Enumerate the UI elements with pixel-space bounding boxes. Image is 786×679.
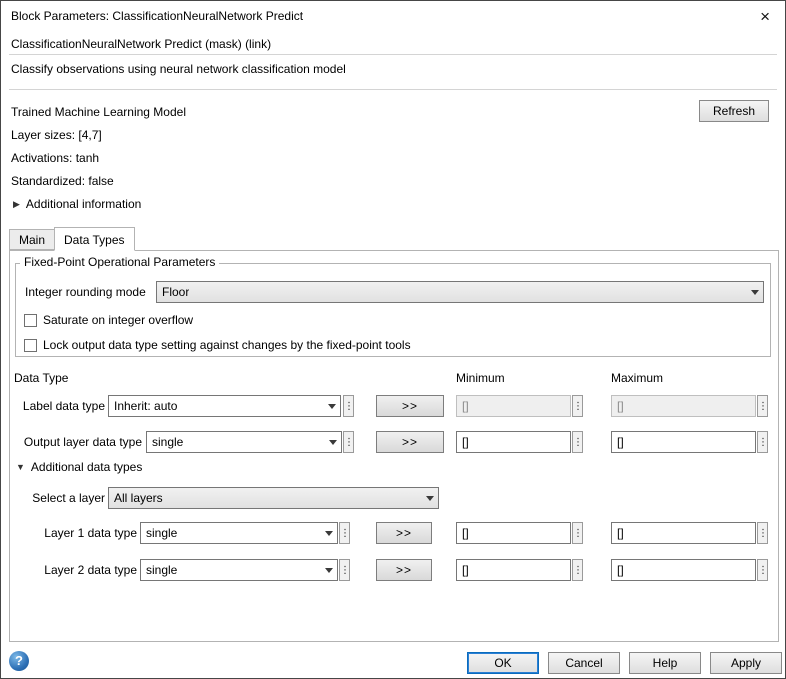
layer2-maximum-field[interactable]: [] <box>611 559 756 581</box>
output-layer-minimum-field[interactable]: [] <box>456 431 571 453</box>
layer1-maximum-field[interactable]: [] <box>611 522 756 544</box>
chevron-down-icon <box>320 523 337 543</box>
apply-button[interactable]: Apply <box>710 652 782 674</box>
separator <box>9 54 777 55</box>
label-data-type-value: Inherit: auto <box>114 399 177 413</box>
data-type-header: Data Type <box>14 371 68 385</box>
data-type-assistant-button[interactable]: >> <box>376 559 432 581</box>
help-button[interactable]: Help <box>629 652 701 674</box>
label-data-type-label: Label data type <box>10 399 105 413</box>
output-layer-data-type-row: Output layer data type single ⋮ >> [] ⋮ … <box>10 431 778 453</box>
mask-heading: ClassificationNeuralNetwork Predict (mas… <box>11 37 271 51</box>
output-layer-data-type-label: Output layer data type <box>10 435 142 449</box>
help-icon[interactable]: ? <box>9 651 29 671</box>
select-layer-label: Select a layer <box>10 491 105 505</box>
refresh-button[interactable]: Refresh <box>699 100 769 122</box>
saturate-overflow-row: Saturate on integer overflow <box>24 313 193 327</box>
chevron-down-icon <box>323 396 340 416</box>
additional-information-toggle[interactable]: ▶ Additional information <box>13 197 141 211</box>
chevron-down-icon <box>746 282 763 302</box>
stepper-menu-icon[interactable]: ⋮ <box>339 559 350 581</box>
block-parameters-dialog: Block Parameters: ClassificationNeuralNe… <box>0 0 786 679</box>
layer2-data-type-label: Layer 2 data type <box>10 563 137 577</box>
tab-main[interactable]: Main <box>9 229 55 250</box>
layer1-data-type-label: Layer 1 data type <box>10 526 137 540</box>
fixed-point-group: Fixed-Point Operational Parameters Integ… <box>15 263 771 357</box>
stepper-menu-icon: ⋮ <box>572 395 583 417</box>
layer2-minimum-field[interactable]: [] <box>456 559 571 581</box>
saturate-overflow-label: Saturate on integer overflow <box>43 313 193 327</box>
label-data-type-maximum-field: [] <box>611 395 756 417</box>
integer-rounding-label: Integer rounding mode <box>25 285 146 299</box>
ok-button[interactable]: OK <box>467 652 539 674</box>
layer1-minimum-field[interactable]: [] <box>456 522 571 544</box>
layer1-data-type-value: single <box>146 526 177 540</box>
output-layer-data-type-combobox[interactable]: single <box>146 431 342 453</box>
stepper-menu-icon[interactable]: ⋮ <box>572 522 583 544</box>
cancel-button[interactable]: Cancel <box>548 652 620 674</box>
additional-data-types-label: Additional data types <box>31 460 142 474</box>
chevron-down-expanded-icon: ▼ <box>16 462 25 472</box>
chevron-down-icon <box>320 560 337 580</box>
additional-data-types-toggle[interactable]: ▼ Additional data types <box>16 460 142 474</box>
stepper-menu-icon[interactable]: ⋮ <box>572 431 583 453</box>
mask-description: Classify observations using neural netwo… <box>11 62 346 76</box>
stepper-menu-icon: ⋮ <box>757 395 768 417</box>
output-layer-data-type-value: single <box>152 435 183 449</box>
layer1-data-type-combobox[interactable]: single <box>140 522 338 544</box>
additional-information-label: Additional information <box>26 197 141 211</box>
output-layer-maximum-field[interactable]: [] <box>611 431 756 453</box>
layer2-data-type-combobox[interactable]: single <box>140 559 338 581</box>
tab-data-types[interactable]: Data Types <box>54 227 134 251</box>
layer2-data-type-value: single <box>146 563 177 577</box>
layer2-data-type-row: Layer 2 data type single ⋮ >> [] ⋮ [] ⋮ <box>10 559 778 581</box>
stepper-menu-icon[interactable]: ⋮ <box>757 431 768 453</box>
layer1-data-type-row: Layer 1 data type single ⋮ >> [] ⋮ [] ⋮ <box>10 522 778 544</box>
label-data-type-combobox[interactable]: Inherit: auto <box>108 395 341 417</box>
minimum-header: Minimum <box>456 371 505 385</box>
stepper-menu-icon[interactable]: ⋮ <box>339 522 350 544</box>
integer-rounding-combobox[interactable]: Floor <box>156 281 764 303</box>
saturate-overflow-checkbox[interactable] <box>24 314 37 327</box>
maximum-header: Maximum <box>611 371 663 385</box>
label-data-type-minimum-field: [] <box>456 395 571 417</box>
tab-bar: Main Data Types <box>9 227 135 251</box>
stepper-menu-icon[interactable]: ⋮ <box>572 559 583 581</box>
data-type-assistant-button[interactable]: >> <box>376 431 444 453</box>
window-title: Block Parameters: ClassificationNeuralNe… <box>11 9 303 23</box>
lock-output-checkbox[interactable] <box>24 339 37 352</box>
stepper-menu-icon[interactable]: ⋮ <box>757 522 768 544</box>
model-standardized: Standardized: false <box>11 174 114 188</box>
lock-output-row: Lock output data type setting against ch… <box>24 338 411 352</box>
data-type-assistant-button[interactable]: >> <box>376 522 432 544</box>
fixed-point-group-title: Fixed-Point Operational Parameters <box>20 255 219 269</box>
chevron-right-icon: ▶ <box>13 199 20 210</box>
lock-output-label: Lock output data type setting against ch… <box>43 338 411 352</box>
model-activations: Activations: tanh <box>11 151 99 165</box>
title-bar: Block Parameters: ClassificationNeuralNe… <box>1 1 785 31</box>
chevron-down-icon <box>421 488 438 508</box>
model-heading: Trained Machine Learning Model <box>11 105 186 119</box>
select-layer-row: Select a layer All layers <box>10 487 778 509</box>
stepper-menu-icon[interactable]: ⋮ <box>343 431 354 453</box>
stepper-menu-icon[interactable]: ⋮ <box>343 395 354 417</box>
model-layer-sizes: Layer sizes: [4,7] <box>11 128 102 142</box>
close-icon[interactable]: × <box>755 7 775 26</box>
stepper-menu-icon[interactable]: ⋮ <box>757 559 768 581</box>
data-type-assistant-button[interactable]: >> <box>376 395 444 417</box>
select-layer-combobox[interactable]: All layers <box>108 487 439 509</box>
data-types-tab-panel: Fixed-Point Operational Parameters Integ… <box>9 250 779 642</box>
chevron-down-icon <box>324 432 341 452</box>
select-layer-value: All layers <box>114 491 163 505</box>
integer-rounding-value: Floor <box>162 285 189 299</box>
separator <box>9 89 777 90</box>
label-data-type-row: Label data type Inherit: auto ⋮ >> [] ⋮ … <box>10 395 778 417</box>
